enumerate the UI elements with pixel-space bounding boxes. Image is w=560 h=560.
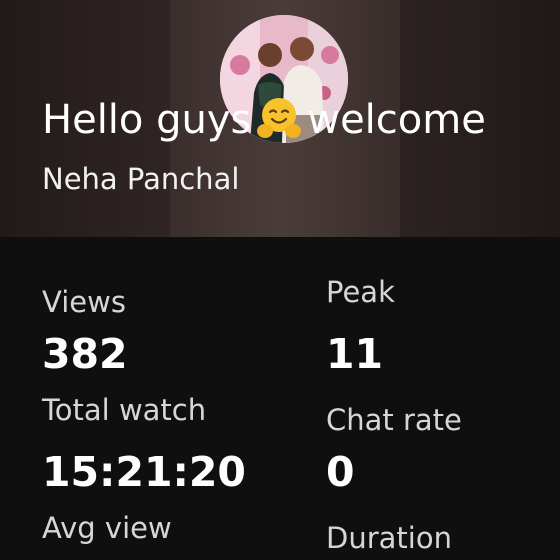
views-label: Views [42,285,126,319]
stream-header: Hello guys welcome Neha Panchal [0,0,560,237]
views-value: 382 [42,330,128,378]
chat-rate-label: Chat rate [326,403,462,437]
peak-label: Peak [326,275,395,309]
duration-label: Duration [326,521,452,555]
hugging-face-emoji-icon [255,95,303,141]
total-watch-value: 15:21:20 [42,448,246,496]
peak-value: 11 [326,330,384,378]
avg-view-label: Avg view [42,511,172,545]
chat-rate-value: 0 [326,448,355,496]
stream-title: Hello guys welcome [42,92,486,148]
total-watch-label: Total watch [42,393,207,427]
title-text-end: welcome [307,97,486,143]
channel-name[interactable]: Neha Panchal [42,160,239,198]
title-text-start: Hello guys [42,97,252,143]
